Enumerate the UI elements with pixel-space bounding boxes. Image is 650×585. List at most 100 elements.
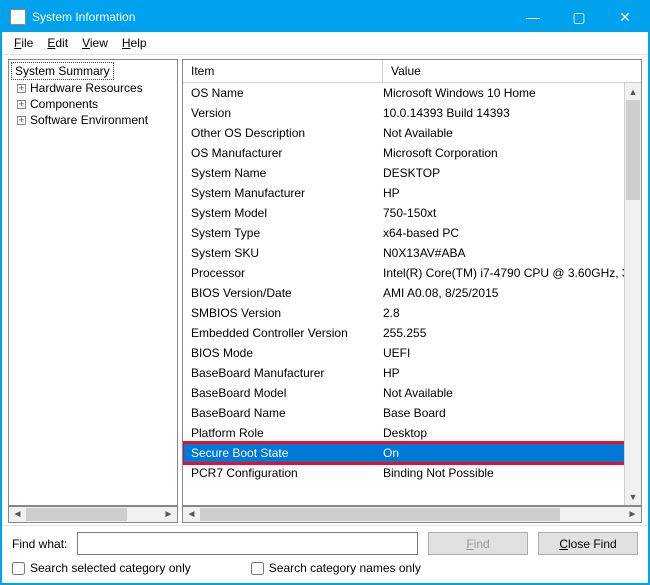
cell-item: BIOS Version/Date <box>191 286 383 300</box>
cell-value: 2.8 <box>383 306 633 320</box>
cell-value: Microsoft Windows 10 Home <box>383 86 633 100</box>
close-button[interactable]: ✕ <box>602 2 648 32</box>
checkbox[interactable] <box>251 562 264 575</box>
content-area: System Summary + Hardware Resources+Compo… <box>2 55 648 506</box>
scroll-thumb[interactable] <box>200 508 560 521</box>
scroll-left-icon[interactable]: ◄ <box>9 507 26 522</box>
col-value[interactable]: Value <box>383 60 641 82</box>
tree-item[interactable]: + Hardware Resources <box>11 80 175 96</box>
cell-value: HP <box>383 366 633 380</box>
menu-view[interactable]: View <box>76 34 114 52</box>
table-row[interactable]: OS NameMicrosoft Windows 10 Home <box>183 83 641 103</box>
cell-item: OS Manufacturer <box>191 146 383 160</box>
cell-value: DESKTOP <box>383 166 633 180</box>
cell-item: Version <box>191 106 383 120</box>
cell-item: PCR7 Configuration <box>191 466 383 480</box>
table-row[interactable]: Secure Boot StateOn <box>183 443 641 463</box>
table-row[interactable]: BaseBoard ModelNot Available <box>183 383 641 403</box>
scroll-down-icon[interactable]: ▼ <box>625 488 641 505</box>
table-row[interactable]: System NameDESKTOP <box>183 163 641 183</box>
cell-item: OS Name <box>191 86 383 100</box>
app-icon <box>10 9 26 25</box>
table-row[interactable]: System Typex64-based PC <box>183 223 641 243</box>
find-input[interactable] <box>77 532 418 555</box>
cell-value: UEFI <box>383 346 633 360</box>
tree-item[interactable]: + Software Environment <box>11 112 175 128</box>
maximize-button[interactable]: ▢ <box>556 2 602 32</box>
cell-item: System Manufacturer <box>191 186 383 200</box>
menu-help[interactable]: Help <box>116 34 153 52</box>
menubar: File Edit View Help <box>2 32 648 55</box>
scroll-right-icon[interactable]: ► <box>160 507 177 522</box>
cell-value: Intel(R) Core(TM) i7-4790 CPU @ 3.60GHz,… <box>383 266 633 280</box>
find-label: Find what: <box>12 537 67 551</box>
cell-value: Binding Not Possible <box>383 466 633 480</box>
checkbox[interactable] <box>12 562 25 575</box>
tree-hscroll[interactable]: ◄ ► <box>8 506 178 523</box>
window-title: System Information <box>32 10 510 24</box>
vertical-scrollbar[interactable]: ▲ ▼ <box>624 83 641 505</box>
table-row[interactable]: BIOS ModeUEFI <box>183 343 641 363</box>
scroll-left-icon[interactable]: ◄ <box>183 507 200 522</box>
scroll-right-icon[interactable]: ► <box>624 507 641 522</box>
table-row[interactable]: System SKUN0X13AV#ABA <box>183 243 641 263</box>
cell-item: BaseBoard Model <box>191 386 383 400</box>
close-find-button[interactable]: Close Find <box>538 532 638 555</box>
menu-file[interactable]: File <box>8 34 39 52</box>
cell-item: BaseBoard Name <box>191 406 383 420</box>
cell-item: BaseBoard Manufacturer <box>191 366 383 380</box>
table-row[interactable]: BaseBoard NameBase Board <box>183 403 641 423</box>
cell-item: Secure Boot State <box>191 446 383 460</box>
cell-item: System SKU <box>191 246 383 260</box>
cell-item: BIOS Mode <box>191 346 383 360</box>
cell-item: SMBIOS Version <box>191 306 383 320</box>
cell-item: Embedded Controller Version <box>191 326 383 340</box>
table-row[interactable]: Platform RoleDesktop <box>183 423 641 443</box>
column-headers[interactable]: Item Value <box>183 60 641 83</box>
cell-value: x64-based PC <box>383 226 633 240</box>
cell-value: Not Available <box>383 126 633 140</box>
table-row[interactable]: SMBIOS Version2.8 <box>183 303 641 323</box>
horizontal-scrollbars: ◄ ► ◄ ► <box>2 506 648 525</box>
tree-item-label: Hardware Resources <box>30 81 143 95</box>
list-hscroll[interactable]: ◄ ► <box>182 506 642 523</box>
check-selected-category[interactable]: Search selected category only <box>12 561 191 575</box>
minimize-button[interactable]: — <box>510 2 556 32</box>
table-row[interactable]: System ManufacturerHP <box>183 183 641 203</box>
cell-item: System Type <box>191 226 383 240</box>
expand-icon[interactable]: + <box>17 84 26 93</box>
titlebar[interactable]: System Information — ▢ ✕ <box>2 2 648 32</box>
scroll-thumb[interactable] <box>26 508 127 521</box>
cell-value: Base Board <box>383 406 633 420</box>
scroll-thumb[interactable] <box>626 100 640 200</box>
table-row[interactable]: ProcessorIntel(R) Core(TM) i7-4790 CPU @… <box>183 263 641 283</box>
table-row[interactable]: BaseBoard ManufacturerHP <box>183 363 641 383</box>
tree-root[interactable]: System Summary <box>11 62 114 80</box>
cell-item: System Model <box>191 206 383 220</box>
table-row[interactable]: System Model750-150xt <box>183 203 641 223</box>
cell-value: 750-150xt <box>383 206 633 220</box>
check-category-names[interactable]: Search category names only <box>251 561 421 575</box>
find-button[interactable]: Find <box>428 532 528 555</box>
table-row[interactable]: PCR7 ConfigurationBinding Not Possible <box>183 463 641 483</box>
cell-value: HP <box>383 186 633 200</box>
details-list[interactable]: OS NameMicrosoft Windows 10 HomeVersion1… <box>183 83 641 505</box>
cell-value: 10.0.14393 Build 14393 <box>383 106 633 120</box>
tree-item-label: Software Environment <box>30 113 148 127</box>
table-row[interactable]: Version10.0.14393 Build 14393 <box>183 103 641 123</box>
cell-value: Desktop <box>383 426 633 440</box>
table-row[interactable]: Embedded Controller Version255.255 <box>183 323 641 343</box>
cell-value: N0X13AV#ABA <box>383 246 633 260</box>
find-panel: Find what: Find Close Find Search select… <box>2 525 648 583</box>
tree-item[interactable]: +Components <box>11 96 175 112</box>
table-row[interactable]: OS ManufacturerMicrosoft Corporation <box>183 143 641 163</box>
cell-value: Microsoft Corporation <box>383 146 633 160</box>
col-item[interactable]: Item <box>183 60 383 82</box>
expand-icon[interactable]: + <box>17 116 26 125</box>
scroll-up-icon[interactable]: ▲ <box>625 83 641 100</box>
table-row[interactable]: Other OS DescriptionNot Available <box>183 123 641 143</box>
menu-edit[interactable]: Edit <box>41 34 74 52</box>
expand-icon[interactable]: + <box>17 100 26 109</box>
table-row[interactable]: BIOS Version/DateAMI A0.08, 8/25/2015 <box>183 283 641 303</box>
category-tree[interactable]: System Summary + Hardware Resources+Compo… <box>8 59 178 506</box>
